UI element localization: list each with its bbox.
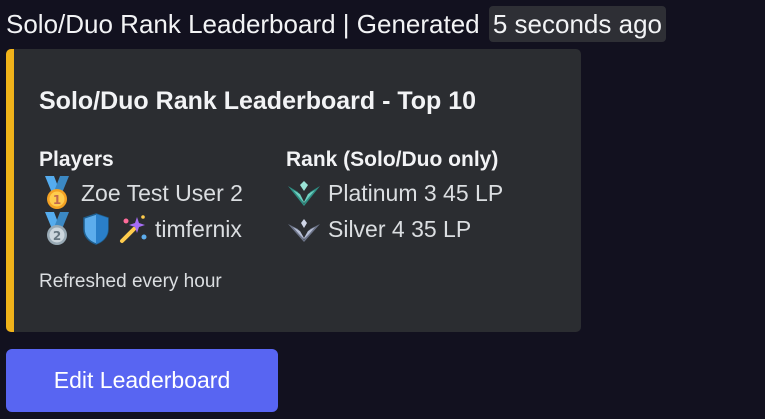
silver-medal-2-icon: 2	[45, 212, 69, 245]
player-name: Zoe Test User 2	[81, 179, 243, 206]
embed-footer: Refreshed every hour	[39, 271, 222, 292]
player-row: 2 timfernix	[39, 211, 243, 247]
sparkle-emoji-icon	[120, 215, 147, 243]
svg-text:1: 1	[53, 193, 61, 207]
rank-field-name: Rank (Solo/Duo only)	[286, 148, 499, 171]
rank-text: Platinum 3 45 LP	[328, 179, 504, 206]
players-field: Players 1 Zoe Test User 2 2 timfernix	[39, 145, 243, 247]
rank-row: Silver 4 35 LP	[286, 211, 503, 247]
players-field-name: Players	[39, 148, 114, 171]
embed-title: Solo/Duo Rank Leaderboard - Top 10	[39, 87, 477, 115]
rank-row: Platinum 3 45 LP	[286, 175, 503, 211]
rank-text: Silver 4 35 LP	[328, 215, 472, 242]
svg-text:2: 2	[53, 229, 61, 243]
platinum-emblem-icon	[288, 181, 320, 206]
gold-medal-1-icon: 1	[45, 176, 69, 209]
rank-field: Rank (Solo/Duo only) Platinum 3 45 LP Si…	[286, 145, 503, 247]
embed-accent-bar	[6, 49, 14, 332]
message-text: Solo/Duo Rank Leaderboard | Generated	[6, 9, 480, 39]
player-row: 1 Zoe Test User 2	[39, 175, 243, 211]
bot-message: Solo/Duo Rank Leaderboard | Generated 5 …	[6, 6, 666, 42]
player-name: timfernix	[155, 215, 242, 242]
relative-timestamp[interactable]: 5 seconds ago	[488, 6, 666, 42]
shield-icon	[83, 213, 109, 245]
silver-emblem-icon	[288, 219, 320, 242]
leaderboard-embed: Solo/Duo Rank Leaderboard - Top 10 Playe…	[6, 49, 581, 332]
edit-leaderboard-button[interactable]: Edit Leaderboard	[6, 349, 278, 412]
